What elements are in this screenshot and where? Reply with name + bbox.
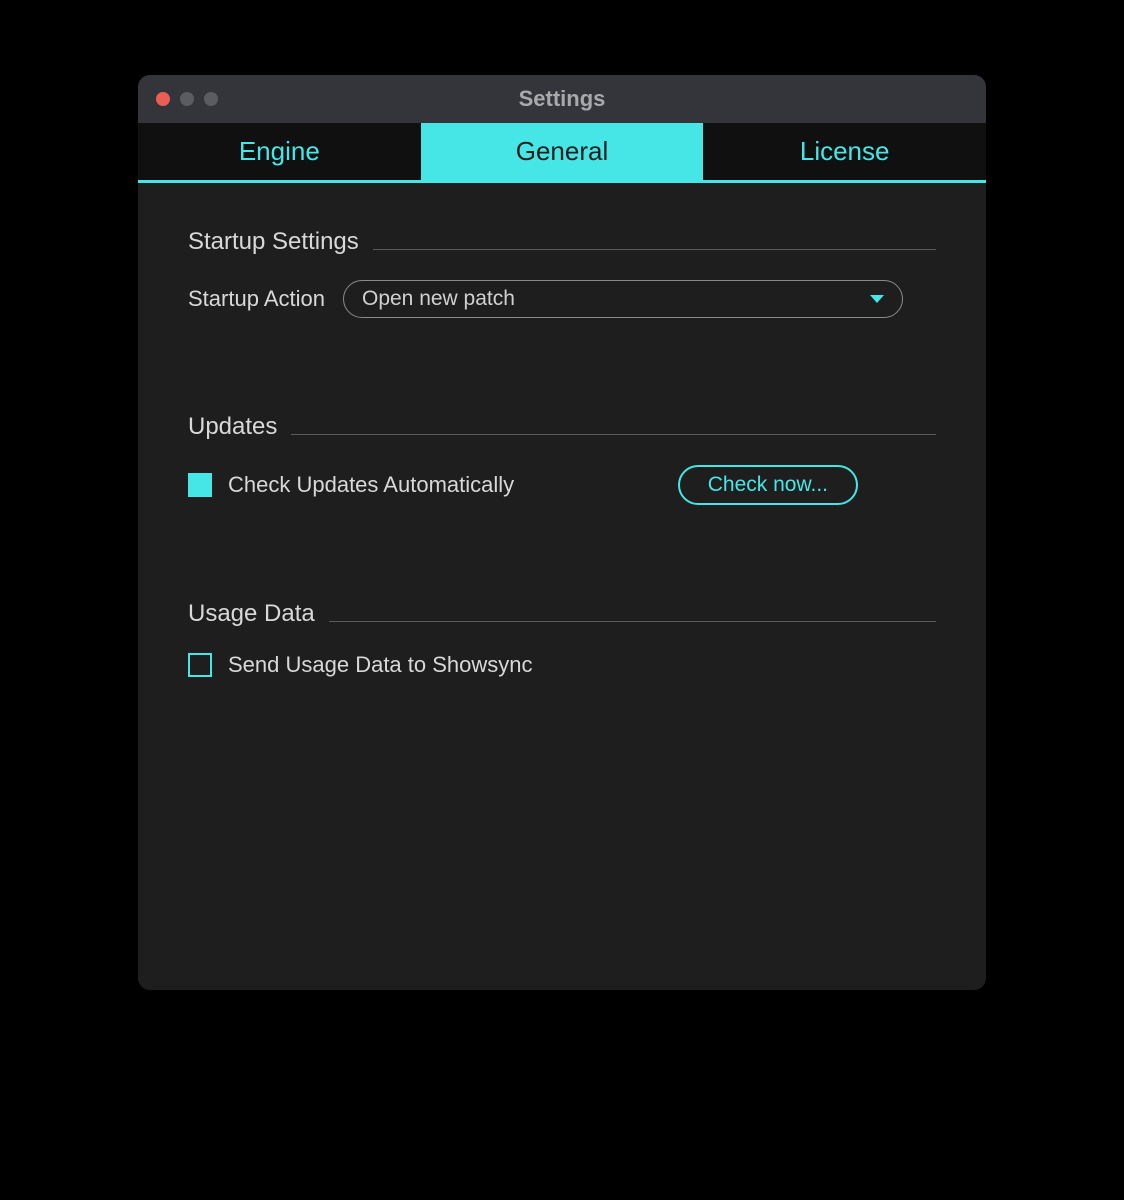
section-updates: Updates Check Updates Automatically Chec… xyxy=(188,413,936,505)
section-header-usage: Usage Data xyxy=(188,600,936,628)
tab-engine[interactable]: Engine xyxy=(138,123,421,180)
send-usage-label: Send Usage Data to Showsync xyxy=(228,652,533,678)
close-icon[interactable] xyxy=(156,92,170,106)
startup-action-row: Startup Action Open new patch xyxy=(188,280,936,318)
section-title-startup: Startup Settings xyxy=(188,228,359,256)
section-usage: Usage Data Send Usage Data to Showsync xyxy=(188,600,936,678)
startup-action-label: Startup Action xyxy=(188,286,325,312)
window-title: Settings xyxy=(138,86,986,112)
section-startup: Startup Settings Startup Action Open new… xyxy=(188,228,936,318)
content: Startup Settings Startup Action Open new… xyxy=(138,183,986,678)
titlebar: Settings xyxy=(138,75,986,123)
check-now-label: Check now... xyxy=(708,473,828,497)
maximize-icon[interactable] xyxy=(204,92,218,106)
send-usage-checkbox[interactable] xyxy=(188,653,212,677)
check-auto-group: Check Updates Automatically xyxy=(188,472,514,498)
divider xyxy=(329,621,936,622)
section-title-updates: Updates xyxy=(188,413,277,441)
traffic-lights xyxy=(138,92,218,106)
usage-row: Send Usage Data to Showsync xyxy=(188,652,936,678)
minimize-icon[interactable] xyxy=(180,92,194,106)
tab-engine-label: Engine xyxy=(239,136,320,167)
tab-license[interactable]: License xyxy=(703,123,986,180)
section-header-updates: Updates xyxy=(188,413,936,441)
startup-action-dropdown[interactable]: Open new patch xyxy=(343,280,903,318)
section-title-usage: Usage Data xyxy=(188,600,315,628)
startup-action-value: Open new patch xyxy=(362,287,515,311)
settings-window: Settings Engine General License Startup … xyxy=(138,75,986,990)
divider xyxy=(373,249,936,250)
check-auto-checkbox[interactable] xyxy=(188,473,212,497)
tab-general[interactable]: General xyxy=(421,123,704,180)
section-header-startup: Startup Settings xyxy=(188,228,936,256)
divider xyxy=(291,434,936,435)
tab-general-label: General xyxy=(516,136,609,167)
check-auto-label: Check Updates Automatically xyxy=(228,472,514,498)
tab-license-label: License xyxy=(800,136,890,167)
updates-row: Check Updates Automatically Check now... xyxy=(188,465,936,505)
chevron-down-icon xyxy=(870,295,884,303)
check-now-button[interactable]: Check now... xyxy=(678,465,858,505)
tabs: Engine General License xyxy=(138,123,986,183)
send-usage-group: Send Usage Data to Showsync xyxy=(188,652,533,678)
